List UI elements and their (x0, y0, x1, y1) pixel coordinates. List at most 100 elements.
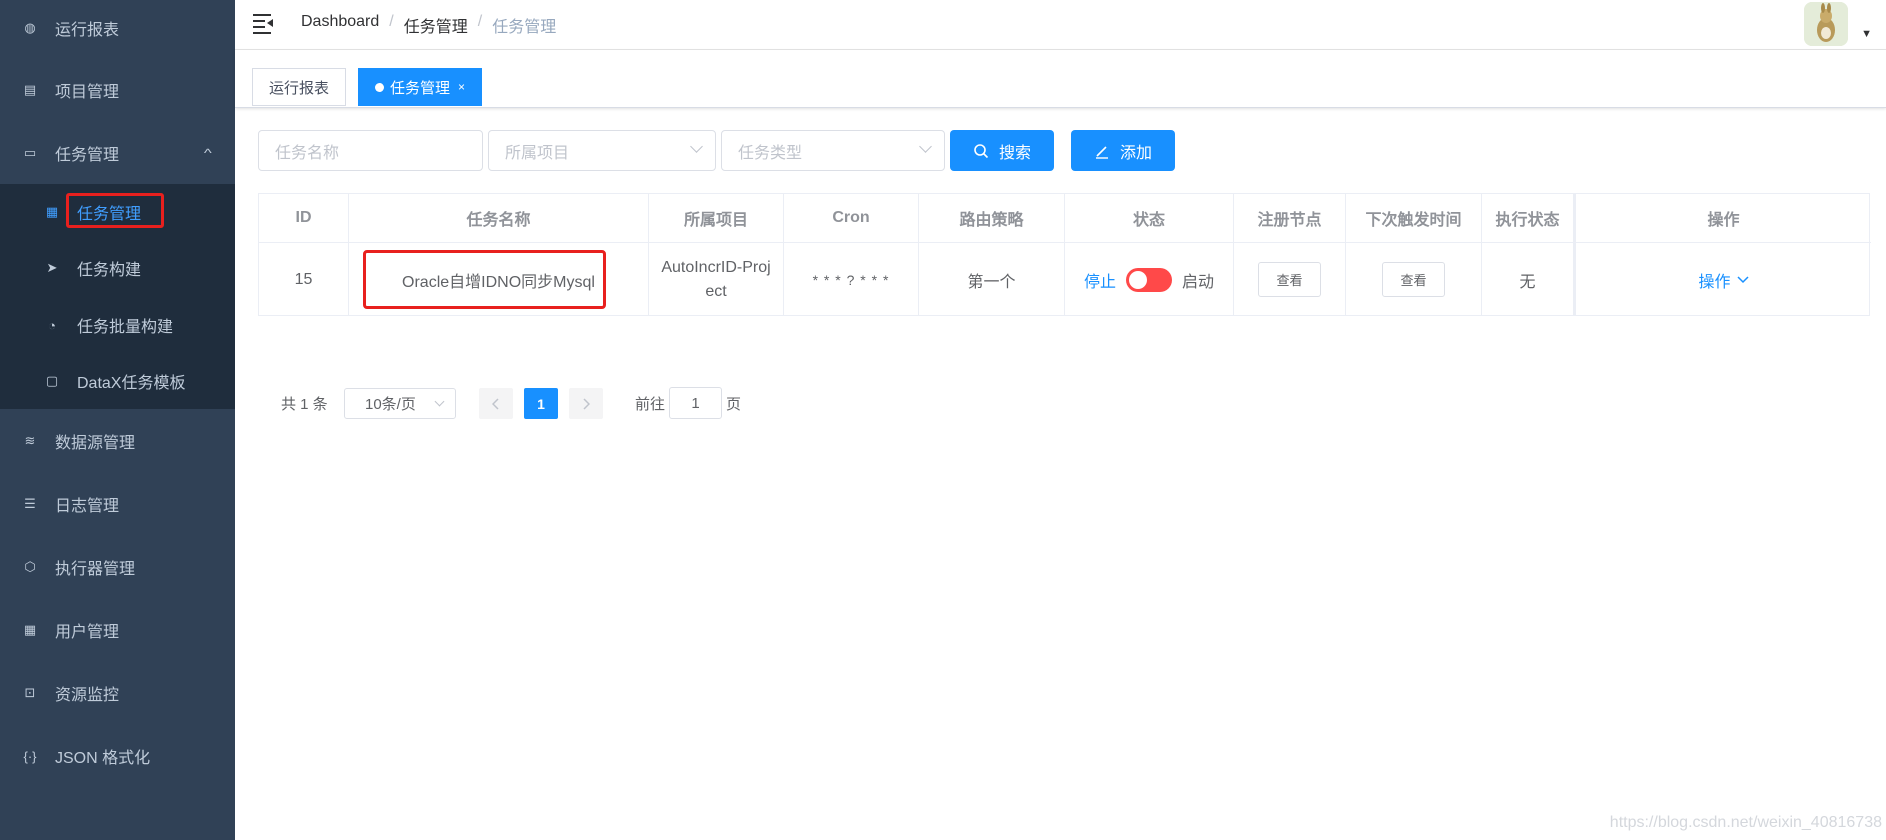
page-button-current[interactable]: 1 (524, 388, 558, 419)
cell-next-trigger: 查看 (1346, 243, 1482, 316)
chevron-left-icon (492, 397, 499, 410)
sidebar-item-tasks[interactable]: ▭ 任务管理 ^ (0, 125, 235, 181)
sidebar-item-label: 任务管理 (55, 147, 120, 164)
task-name-input[interactable]: 任务名称 (258, 130, 483, 171)
project-icon: ▤ (23, 82, 37, 97)
add-label: 添加 (1119, 144, 1152, 162)
sidebar-item-users[interactable]: ▦ 用户管理 (0, 602, 235, 658)
page-size-select[interactable]: 10条/页 (344, 388, 456, 419)
status-switch[interactable] (1126, 267, 1172, 292)
search-button[interactable]: 搜索 (950, 130, 1054, 171)
sidebar-item-label: 运行报表 (55, 22, 120, 39)
cell-project: AutoIncrID-Project (649, 243, 784, 316)
sidebar-item-label: DataX任务模板 (77, 375, 186, 392)
paper-plane-icon: ➤ (46, 260, 58, 275)
column-header: 下次触发时间 (1346, 194, 1482, 243)
sidebar-item-dashboard[interactable]: ◍ 运行报表 (0, 0, 235, 56)
operations-dropdown[interactable]: 操作 (1698, 268, 1749, 292)
view-next-trigger-button[interactable]: 查看 (1382, 262, 1445, 297)
task-submenu: ▦ 任务管理 ➤ 任务构建 ◔ 任务批量构建 ▢ DataX任务模板 (0, 184, 235, 409)
cell-status: 停止 启动 (1065, 243, 1234, 316)
sidebar-subitem-task-build[interactable]: ➤ 任务构建 (0, 240, 235, 296)
cell-route: 第一个 (919, 243, 1065, 316)
status-on-label: 启动 (1182, 273, 1215, 291)
breadcrumb-separator: / (477, 13, 483, 30)
column-header: 执行状态 (1482, 194, 1574, 243)
add-button[interactable]: 添加 (1071, 130, 1175, 171)
monitor-icon: ▭ (23, 145, 37, 160)
edit-icon (1095, 145, 1108, 159)
close-icon[interactable]: × (458, 80, 465, 94)
status-toggle-group: 停止 启动 (1083, 267, 1215, 292)
next-page-button[interactable] (569, 388, 603, 419)
status-off-label: 停止 (1083, 273, 1116, 291)
monitor-resource-icon: ⊡ (24, 685, 36, 700)
sidebar-item-label: 数据源管理 (55, 435, 136, 452)
chevron-down-icon (1736, 275, 1749, 283)
task-table: ID 任务名称 所属项目 Cron 路由策略 状态 注册节点 下次触发时间 执行… (258, 193, 1871, 316)
sidebar-item-projects[interactable]: ▤ 项目管理 (0, 62, 235, 118)
sidebar-subitem-datax-template[interactable]: ▢ DataX任务模板 (0, 353, 235, 409)
column-header: 路由策略 (919, 194, 1065, 243)
tag-dashboard[interactable]: 运行报表 (252, 68, 347, 106)
breadcrumb-separator: / (389, 13, 394, 30)
app: ◍ 运行报表 ▤ 项目管理 ▭ 任务管理 ^ ▦ 任务管理 ➤ 任务构建 ◔ 任… (0, 0, 1886, 840)
chevron-right-icon (583, 397, 590, 410)
sidebar-item-datasource[interactable]: ≋ 数据源管理 (0, 413, 235, 469)
hamburger-icon[interactable] (253, 12, 273, 34)
cell-cron: * * * ? * * * (784, 243, 919, 316)
sidebar: ◍ 运行报表 ▤ 项目管理 ▭ 任务管理 ^ ▦ 任务管理 ➤ 任务构建 ◔ 任… (0, 0, 235, 840)
chevron-down-icon (434, 396, 445, 407)
chevron-up-icon: ^ (204, 146, 213, 160)
task-name-placeholder: 任务名称 (275, 144, 340, 162)
task-type-placeholder: 任务类型 (738, 144, 803, 162)
task-type-select[interactable]: 任务类型 (721, 130, 945, 171)
pagination-total: 共 1 条 (281, 396, 328, 413)
sidebar-item-executors[interactable]: ⬡ 执行器管理 (0, 539, 235, 595)
sidebar-item-label: 项目管理 (55, 84, 120, 101)
avatar[interactable] (1804, 2, 1848, 46)
cell-nodes: 查看 (1234, 243, 1346, 316)
search-icon (974, 143, 989, 158)
page-size-value: 10条/页 (365, 396, 416, 413)
sidebar-item-label: 资源监控 (55, 687, 120, 704)
sidebar-item-resource-monitor[interactable]: ⊡ 资源监控 (0, 665, 235, 721)
breadcrumb-item[interactable]: 任务管理 (404, 13, 468, 37)
dashboard-icon: ◍ (24, 20, 36, 35)
json-icon: {·} (23, 748, 37, 764)
project-select[interactable]: 所属项目 (488, 130, 716, 171)
sidebar-subitem-batch-build[interactable]: ◔ 任务批量构建 (0, 297, 235, 353)
column-header: 状态 (1065, 194, 1234, 243)
view-nodes-button[interactable]: 查看 (1258, 262, 1321, 297)
chevron-down-icon (919, 140, 932, 153)
sidebar-item-json-format[interactable]: {·} JSON 格式化 (0, 728, 235, 784)
tags-view: 运行报表 任务管理 × (235, 50, 1886, 108)
sidebar-subitem-task-management[interactable]: ▦ 任务管理 (0, 184, 235, 240)
cell-task-name: Oracle自增IDNO同步Mysql (349, 243, 649, 316)
tag-label: 任务管理 (390, 79, 451, 97)
gauge-icon: ◔ (48, 317, 56, 333)
sidebar-item-label: 执行器管理 (55, 561, 136, 578)
database-icon: ≋ (24, 433, 36, 448)
sidebar-item-label: JSON 格式化 (55, 750, 151, 767)
breadcrumb-item[interactable]: Dashboard (301, 13, 379, 37)
cell-exec-status: 无 (1482, 243, 1574, 316)
tag-task-management[interactable]: 任务管理 × (358, 68, 483, 106)
sidebar-item-label: 日志管理 (55, 498, 120, 515)
prev-page-button[interactable] (479, 388, 513, 419)
chevron-down-icon (690, 140, 703, 153)
navbar: Dashboard / 任务管理 / 任务管理 ▼ (235, 0, 1886, 50)
sidebar-item-label: 用户管理 (55, 624, 120, 641)
operations-label: 操作 (1698, 273, 1731, 291)
column-header: 操作 (1574, 194, 1871, 243)
goto-page-input[interactable]: 1 (669, 387, 722, 419)
calendar-icon: ▦ (45, 204, 59, 219)
cell-id: 15 (259, 243, 349, 316)
search-label: 搜索 (998, 144, 1031, 162)
table-icon: ▦ (23, 622, 37, 637)
sidebar-item-logs[interactable]: ☰ 日志管理 (0, 476, 235, 532)
column-header: 所属项目 (649, 194, 784, 243)
caret-down-icon[interactable]: ▼ (1861, 28, 1872, 40)
column-header: ID (259, 194, 349, 243)
sidebar-item-label: 任务批量构建 (77, 319, 174, 336)
